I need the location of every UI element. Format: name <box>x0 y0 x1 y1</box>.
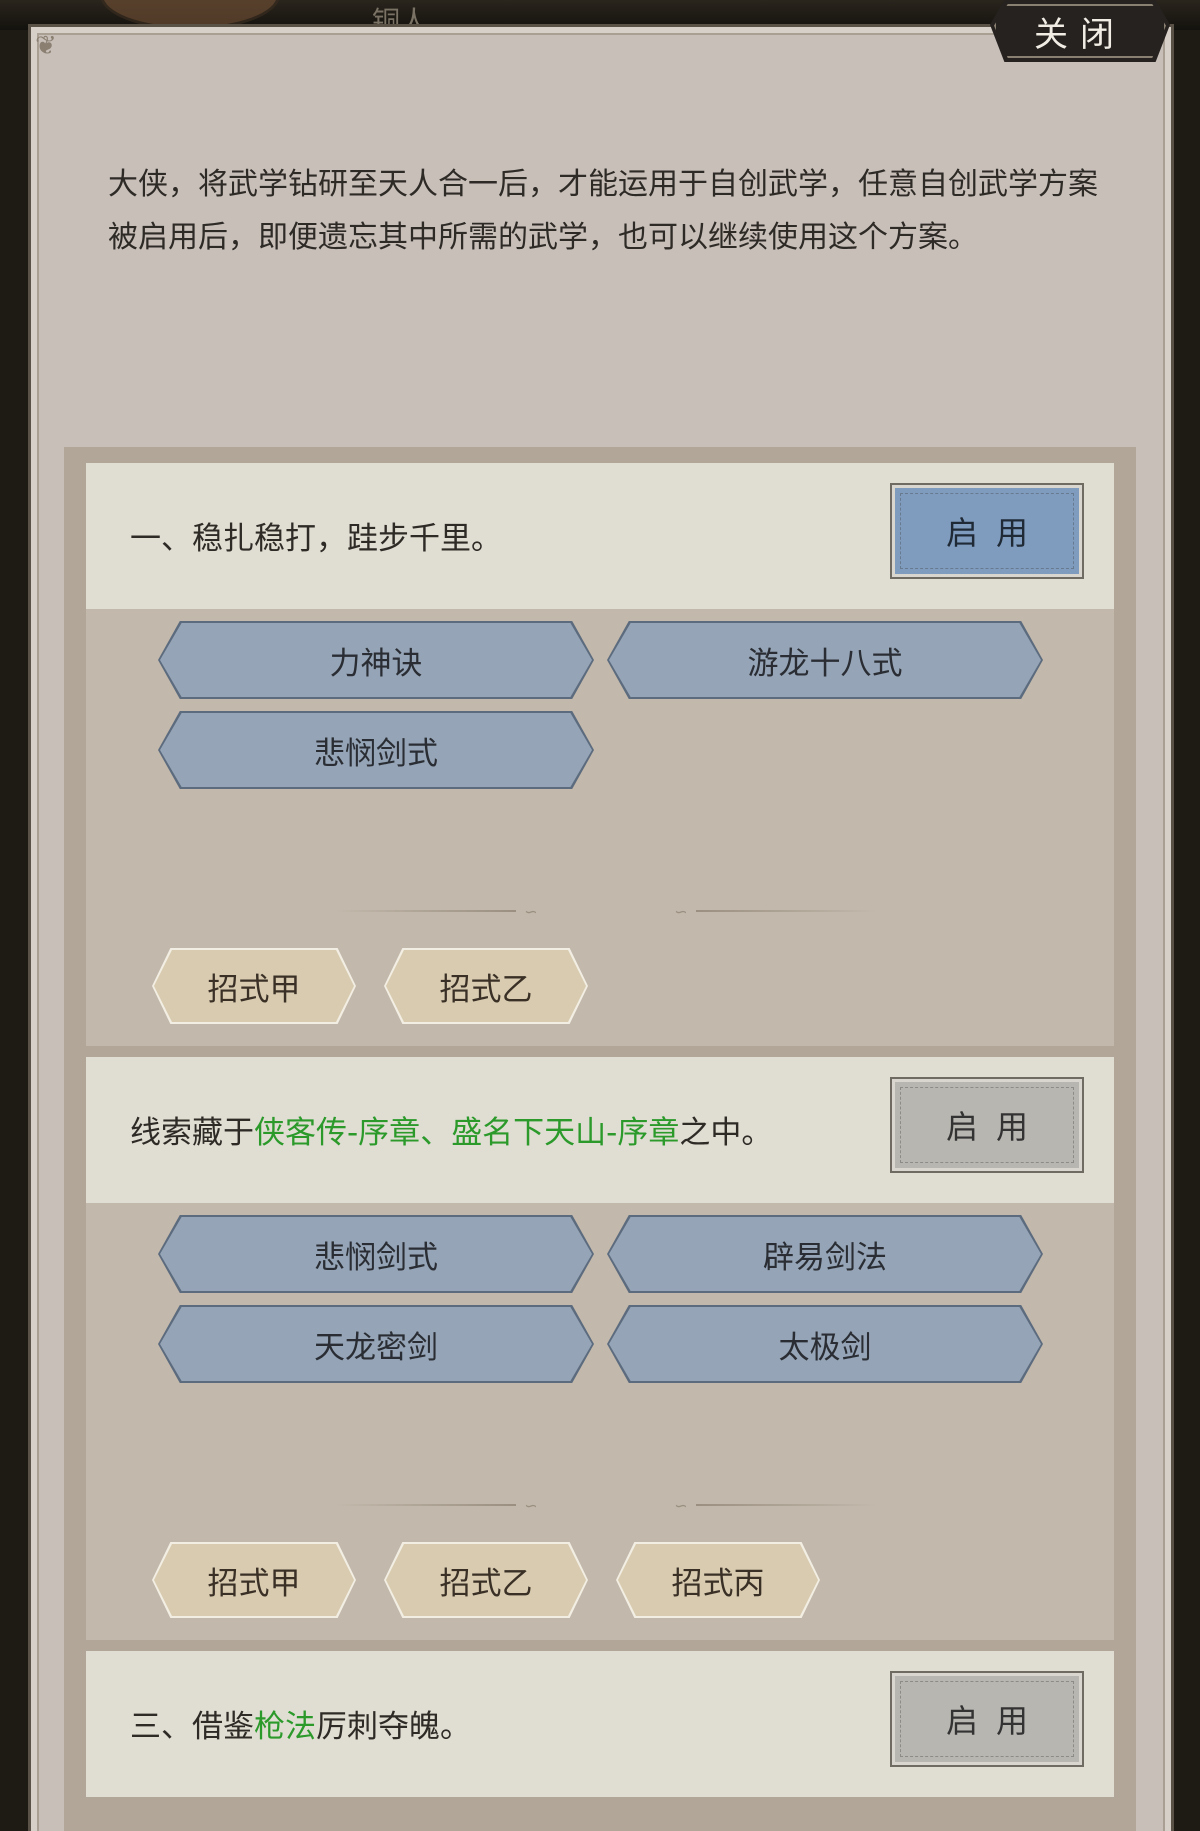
skill-tag[interactable]: 力神诀 <box>160 623 592 697</box>
intro-text: 大侠，将武学钻研至天人合一后，才能运用于自创武学，任意自创武学方案被启用后，即便… <box>108 167 1098 255</box>
corner-ornament-icon: ❦ <box>35 31 57 61</box>
move-tag[interactable]: 招式乙 <box>386 950 586 1022</box>
section-divider: ∽ ∽ <box>336 1496 876 1515</box>
move-tag[interactable]: 招式甲 <box>154 1544 354 1616</box>
plan-1-enable-button[interactable]: 启用 <box>890 483 1084 579</box>
plan-3-header: 三、借鉴枪法厉刺夺魄。 启用 <box>86 1651 1114 1797</box>
plan-3-title: 三、借鉴枪法厉刺夺魄。 <box>130 1701 471 1746</box>
skill-tag[interactable]: 悲悯剑式 <box>160 1217 592 1291</box>
plan-2-clue-link-2[interactable]: 盛名下天山-序章 <box>451 1115 679 1151</box>
skill-tag[interactable]: 太极剑 <box>609 1307 1041 1381</box>
close-button[interactable]: 关闭 <box>990 0 1170 62</box>
plan-3-clue-link[interactable]: 枪法 <box>254 1709 316 1745</box>
plan-3-title-prefix: 三、借鉴 <box>130 1709 254 1745</box>
plan-3-enable-button[interactable]: 启用 <box>890 1671 1084 1767</box>
plan-3-title-suffix: 厉刺夺魄。 <box>316 1709 471 1745</box>
plan-2-title-prefix: 线索藏于 <box>130 1115 254 1151</box>
skill-tag[interactable]: 辟易剑法 <box>609 1217 1041 1291</box>
plan-2-title: 线索藏于侠客传-序章、盛名下天山-序章之中。 <box>130 1107 772 1152</box>
plan-2-clue-link-1[interactable]: 侠客传-序章 <box>254 1115 420 1151</box>
plan-1-title: 一、稳扎稳打，跬步千里。 <box>130 521 502 557</box>
plan-2-clue-separator: 、 <box>420 1115 452 1151</box>
plan-2-title-suffix: 之中。 <box>679 1115 773 1151</box>
skill-tag[interactable]: 悲悯剑式 <box>160 713 592 787</box>
move-tag[interactable]: 招式甲 <box>154 950 354 1022</box>
skill-tag[interactable]: 天龙密剑 <box>160 1307 592 1381</box>
move-tag[interactable]: 招式乙 <box>386 1544 586 1616</box>
skill-tag[interactable]: 游龙十八式 <box>609 623 1041 697</box>
plan-2-enable-button[interactable]: 启用 <box>890 1077 1084 1173</box>
plan-1-header: 一、稳扎稳打，跬步千里。 启用 <box>86 463 1114 609</box>
plan-2-body: 悲悯剑式 辟易剑法 天龙密剑 太极剑 ∽ ∽ 招式甲 招式乙 招式丙 <box>86 1203 1114 1640</box>
plan-1-body: 力神诀 游龙十八式 悲悯剑式 ∽ ∽ 招式甲 招式乙 <box>86 609 1114 1046</box>
move-tag[interactable]: 招式丙 <box>618 1544 818 1616</box>
section-divider: ∽ ∽ <box>336 902 876 921</box>
plan-2-header: 线索藏于侠客传-序章、盛名下天山-序章之中。 启用 <box>86 1057 1114 1203</box>
